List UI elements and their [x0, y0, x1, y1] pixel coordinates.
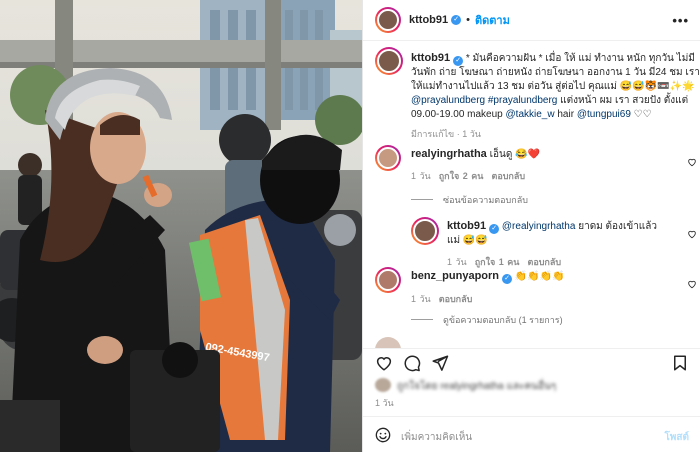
view-replies-button[interactable]: ดูข้อความตอบกลับ (1 รายการ)	[411, 313, 563, 327]
action-bar	[363, 348, 700, 376]
heart-icon[interactable]	[687, 229, 697, 239]
post-photo[interactable]: 092-4543997	[0, 0, 362, 452]
hide-replies-button[interactable]: ซ่อนข้อความตอบกลับ	[411, 193, 528, 207]
heart-icon[interactable]	[687, 157, 697, 167]
follow-button[interactable]: ติดตาม	[475, 11, 510, 29]
comment-username[interactable]: benz_punyaporn	[411, 270, 499, 282]
comment-mention[interactable]: @realyingrhatha	[502, 221, 576, 232]
verified-icon: ✓	[451, 15, 462, 25]
verified-icon: ✓	[489, 224, 500, 234]
emoji-icon[interactable]	[375, 427, 391, 443]
comment-likes[interactable]: ถูกใจ 1 คน	[475, 257, 520, 267]
comment-time: 1 วัน	[411, 294, 431, 304]
post-comment-button[interactable]: โพสต์	[664, 430, 689, 445]
more-icon[interactable]: •••	[672, 13, 689, 28]
instagram-post-view: 092-4543997 kttob91 ✓ • ติดตาม ••• kttob…	[0, 0, 700, 452]
hide-replies-label: ซ่อนข้อความตอบกลับ	[443, 195, 528, 205]
caption-avatar[interactable]	[375, 47, 403, 75]
caption-body-4: ♡♡	[630, 109, 652, 120]
comment-text: เอ็นดู 😂❤️	[489, 149, 541, 160]
post-panel: kttob91 ✓ • ติดตาม ••• kttob91 ✓ * มันคือ…	[362, 0, 700, 452]
caption-mention-1[interactable]: @prayalundberg	[411, 95, 485, 106]
verified-icon: ✓	[453, 56, 464, 66]
add-comment-input[interactable]: เพิ่มความคิดเห็น	[401, 430, 472, 445]
comment-time: 1 วัน	[411, 171, 431, 181]
separator-dot: •	[466, 14, 470, 26]
comment-time: 1 วัน	[447, 257, 467, 267]
comment-icon[interactable]	[403, 354, 421, 372]
caption-body-3: hair	[554, 109, 577, 120]
comment-username[interactable]: kttob91	[447, 220, 486, 232]
post-header: kttob91 ✓ • ติดตาม •••	[363, 0, 700, 41]
caption-meta: มีการแก้ไข · 1 วัน	[411, 129, 481, 139]
comment-likes[interactable]: ถูกใจ 2 คน	[439, 171, 484, 181]
verified-icon: ✓	[502, 274, 513, 284]
reply-button[interactable]: ตอบกลับ	[439, 294, 473, 304]
caption-text: kttob91 ✓ * มันคือความฝัน * เมื่อ ให้ แม่…	[411, 51, 700, 141]
comment-avatar[interactable]	[375, 267, 401, 293]
comment-avatar[interactable]	[375, 337, 401, 348]
comment-username[interactable]: realyingrhatha	[411, 148, 487, 160]
comments-scroll[interactable]: kttob91 ✓ * มันคือความฝัน * เมื่อ ให้ แม่…	[363, 41, 700, 348]
reply-button[interactable]: ตอบกลับ	[527, 257, 561, 267]
comment-avatar[interactable]	[375, 145, 401, 171]
author-username[interactable]: kttob91	[409, 14, 448, 26]
heart-icon[interactable]	[375, 354, 393, 372]
caption-mention-3[interactable]: @tungpui69	[577, 109, 631, 120]
caption-hashtag[interactable]: #prayalundberg	[488, 95, 558, 106]
add-comment-bar: เพิ่มความคิดเห็น โพสต์	[363, 416, 700, 452]
likes-avatar	[375, 378, 391, 392]
author-avatar[interactable]	[375, 7, 401, 33]
caption-username[interactable]: kttob91	[411, 52, 450, 64]
likes-text: ถูกใจโดย realyingrhatha และคนอื่นๆ	[397, 381, 557, 392]
bookmark-icon[interactable]	[671, 354, 689, 372]
heart-icon[interactable]	[687, 279, 697, 289]
photo-illustration: 092-4543997	[0, 0, 362, 452]
comment-text: 👏👏👏👏	[514, 271, 565, 282]
post-date[interactable]: 1 วัน	[375, 396, 394, 410]
share-icon[interactable]	[431, 354, 449, 372]
reply-button[interactable]: ตอบกลับ	[491, 171, 525, 181]
comment-avatar[interactable]	[411, 217, 439, 245]
likes-summary[interactable]: ถูกใจโดย realyingrhatha และคนอื่นๆ	[375, 378, 675, 392]
view-replies-label: ดูข้อความตอบกลับ (1 รายการ)	[443, 315, 563, 325]
caption-mention-2[interactable]: @takkie_w	[506, 109, 555, 120]
